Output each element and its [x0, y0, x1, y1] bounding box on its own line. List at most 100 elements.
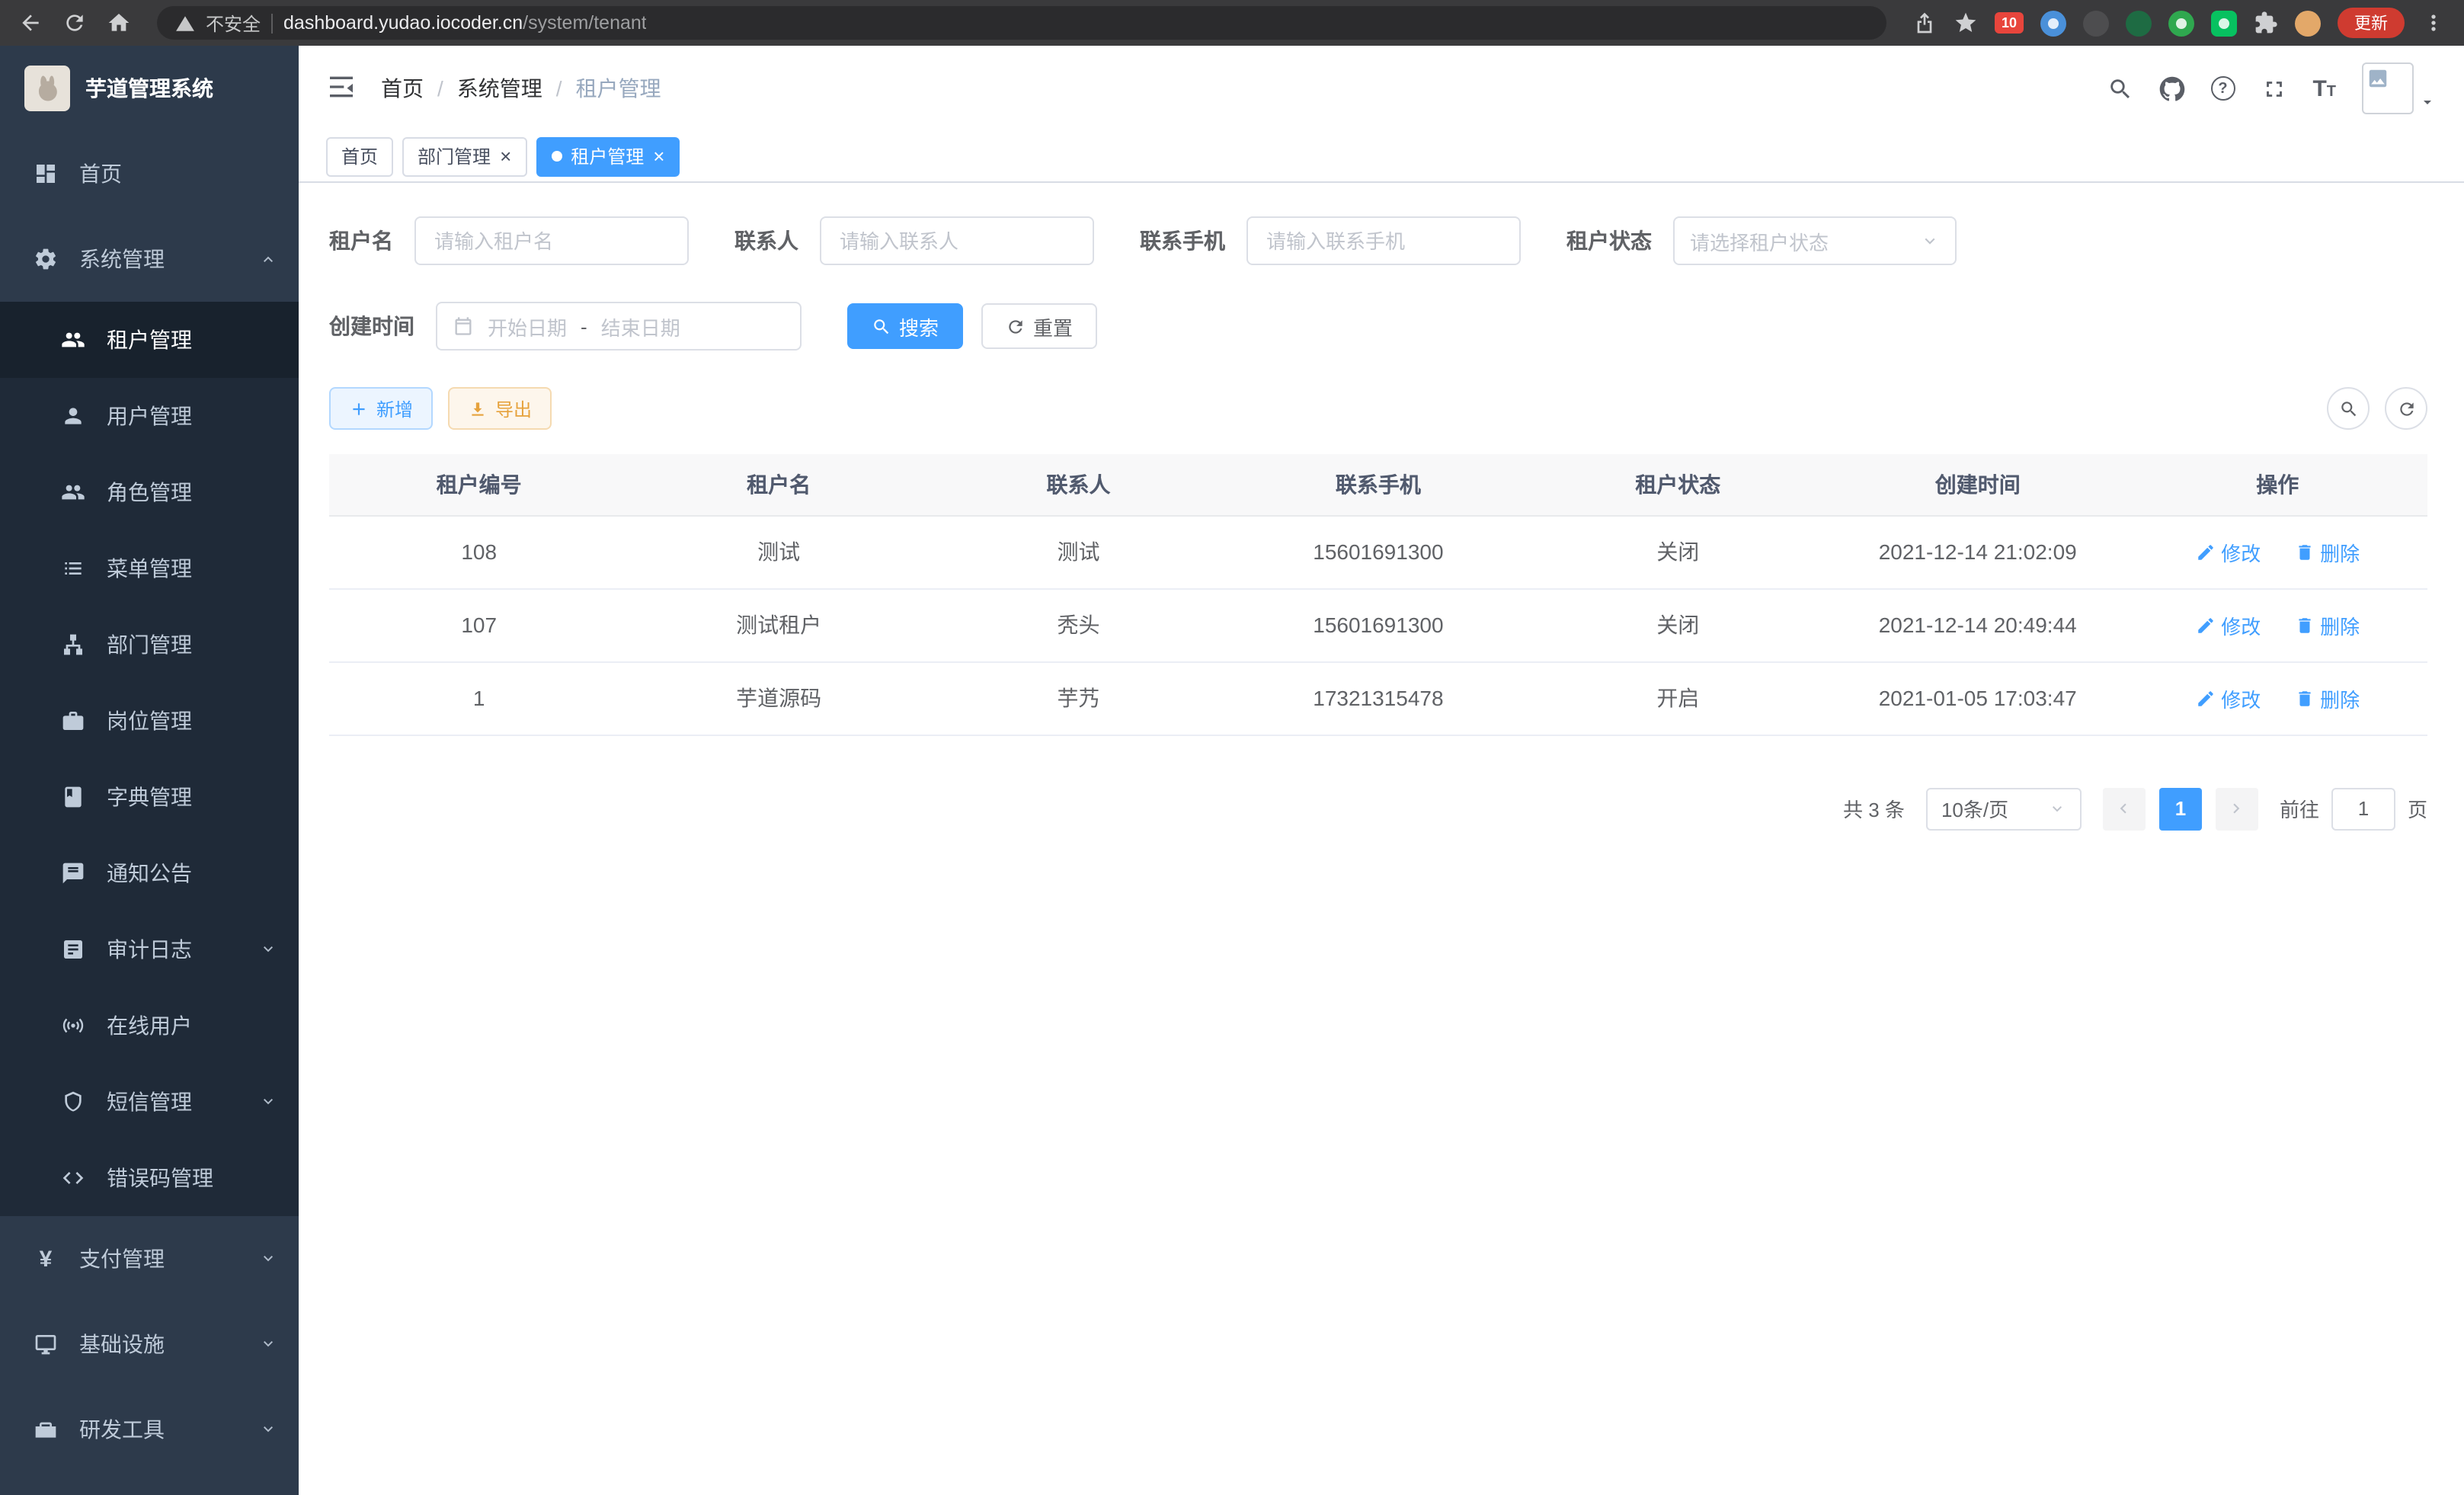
hide-search-button[interactable] — [2327, 387, 2370, 430]
sidebar-item-menu[interactable]: 菜单管理 — [0, 530, 299, 607]
browser-back-button[interactable] — [18, 11, 43, 35]
message-bubble-icon — [61, 861, 85, 885]
avatar-caret-down-icon — [2418, 93, 2437, 111]
fullscreen-icon[interactable] — [2261, 75, 2286, 101]
extension-square-icon[interactable] — [2211, 10, 2237, 36]
sidebar-item-dept[interactable]: 部门管理 — [0, 607, 299, 683]
trash-icon — [2294, 688, 2314, 708]
phone-input[interactable] — [1246, 216, 1521, 265]
extension-darkgreen-icon[interactable] — [2126, 10, 2152, 36]
refresh-icon — [1006, 316, 1026, 336]
search-button[interactable]: 搜索 — [847, 303, 963, 349]
date-range-picker[interactable]: 开始日期 - 结束日期 — [436, 302, 802, 351]
cell-created: 2021-01-05 17:03:47 — [1828, 661, 2127, 735]
edit-button[interactable]: 修改 — [2195, 683, 2261, 712]
edit-button[interactable]: 修改 — [2195, 537, 2261, 566]
sidebar-item-online[interactable]: 在线用户 — [0, 988, 299, 1064]
extension-badge-icon[interactable]: 10 — [1995, 12, 2024, 34]
sidebar-item-auditlog[interactable]: 审计日志 — [0, 911, 299, 988]
browser-home-button[interactable] — [107, 11, 131, 35]
contact-field: 联系人 — [734, 216, 1094, 265]
add-button[interactable]: 新增 — [329, 387, 433, 430]
start-date-input[interactable]: 开始日期 — [488, 312, 567, 341]
delete-button[interactable]: 删除 — [2294, 537, 2360, 566]
browser-reload-button[interactable] — [62, 11, 87, 35]
tenant-name-input[interactable] — [414, 216, 689, 265]
sidebar-item-devtools[interactable]: 研发工具 — [0, 1387, 299, 1472]
sidebar-item-role[interactable]: 角色管理 — [0, 454, 299, 530]
monitor-icon — [34, 1332, 58, 1356]
filter-form-row-2: 创建时间 开始日期 - 结束日期 搜索 重置 — [329, 302, 2427, 351]
contact-input[interactable] — [820, 216, 1094, 265]
extension-pin-icon[interactable] — [2040, 10, 2066, 36]
page-size-select[interactable]: 10条/页 — [1926, 787, 2082, 830]
sidebar-item-post[interactable]: 岗位管理 — [0, 683, 299, 759]
share-button[interactable] — [1912, 11, 1937, 35]
github-icon[interactable] — [2158, 75, 2184, 101]
goto-page-input[interactable] — [2331, 787, 2395, 830]
chevron-down-icon — [259, 1335, 277, 1353]
end-date-input[interactable]: 结束日期 — [601, 312, 680, 341]
tenant-name-label: 租户名 — [329, 226, 393, 256]
user-avatar[interactable] — [2362, 62, 2437, 114]
prev-page-button[interactable] — [2103, 787, 2146, 830]
sidebar-item-sms[interactable]: 短信管理 — [0, 1064, 299, 1140]
tab-home[interactable]: 首页 — [326, 136, 393, 176]
sidebar-item-pay[interactable]: ¥ 支付管理 — [0, 1216, 299, 1301]
chevron-down-icon — [2048, 799, 2066, 818]
export-button[interactable]: 导出 — [448, 387, 552, 430]
sidebar-item-notice[interactable]: 通知公告 — [0, 835, 299, 911]
sidebar-item-tenant[interactable]: 租户管理 — [0, 302, 299, 378]
refresh-table-button[interactable] — [2385, 387, 2427, 430]
app-logo[interactable]: 芋道管理系统 — [0, 46, 299, 131]
download-icon — [468, 399, 488, 418]
font-size-icon[interactable]: TT — [2312, 77, 2336, 100]
cell-created: 2021-12-14 21:02:09 — [1828, 515, 2127, 588]
cell-actions: 修改 删除 — [2127, 588, 2427, 661]
code-icon — [61, 1166, 85, 1190]
browser-profile-avatar[interactable] — [2295, 10, 2321, 36]
main-area: 首页 / 系统管理 / 租户管理 ? TT — [299, 46, 2464, 1495]
browser-menu-kebab-button[interactable] — [2421, 11, 2446, 35]
status-select[interactable]: 请选择租户状态 — [1673, 216, 1957, 265]
tab-dept[interactable]: 部门管理 × — [402, 136, 526, 176]
tab-tenant[interactable]: 租户管理 × — [536, 136, 680, 176]
edit-button[interactable]: 修改 — [2195, 610, 2261, 639]
table-header: 租户编号 租户名 联系人 联系手机 租户状态 创建时间 操作 — [329, 454, 2427, 515]
next-page-button[interactable] — [2216, 787, 2258, 830]
bookmark-star-button[interactable] — [1954, 11, 1978, 35]
dashboard-icon — [34, 162, 58, 186]
browser-update-button[interactable]: 更新 — [2338, 8, 2405, 38]
header-search-icon[interactable] — [2107, 75, 2133, 101]
sidebar-item-home[interactable]: 首页 — [0, 131, 299, 216]
refresh-icon — [2396, 399, 2416, 418]
extension-green-icon[interactable] — [2168, 10, 2194, 36]
chevron-down-icon — [1920, 231, 1940, 251]
sidebar: 芋道管理系统 首页 系统管理 租户管理 — [0, 46, 299, 1495]
avatar-broken-image-icon — [2362, 62, 2414, 114]
breadcrumb-system[interactable]: 系统管理 — [457, 73, 542, 104]
sidebar-item-system[interactable]: 系统管理 — [0, 216, 299, 302]
delete-button[interactable]: 删除 — [2294, 610, 2360, 639]
breadcrumb-home[interactable]: 首页 — [381, 73, 424, 104]
cell-status: 关闭 — [1528, 515, 1828, 588]
cell-name: 芋道源码 — [629, 661, 928, 735]
collapse-sidebar-button[interactable] — [326, 71, 357, 106]
extension-dark-icon[interactable] — [2083, 10, 2109, 36]
sidebar-item-infra[interactable]: 基础设施 — [0, 1301, 299, 1387]
address-bar[interactable]: 不安全 dashboard.yudao.iocoder.cn/system/te… — [157, 6, 1886, 40]
sidebar-item-dict[interactable]: 字典管理 — [0, 759, 299, 835]
online-signal-icon — [61, 1013, 85, 1038]
sidebar-item-user[interactable]: 用户管理 — [0, 378, 299, 454]
status-field: 租户状态 请选择租户状态 — [1566, 216, 1957, 265]
sidebar-item-errorcode[interactable]: 错误码管理 — [0, 1140, 299, 1216]
cell-id: 108 — [329, 515, 629, 588]
extensions-puzzle-icon[interactable] — [2254, 11, 2278, 35]
page-1-button[interactable]: 1 — [2159, 787, 2202, 830]
help-icon[interactable]: ? — [2210, 76, 2235, 101]
close-tab-icon[interactable]: × — [653, 146, 664, 166]
chevron-down-icon — [259, 940, 277, 959]
reset-button[interactable]: 重置 — [981, 303, 1097, 349]
delete-button[interactable]: 删除 — [2294, 683, 2360, 712]
close-tab-icon[interactable]: × — [500, 146, 511, 166]
